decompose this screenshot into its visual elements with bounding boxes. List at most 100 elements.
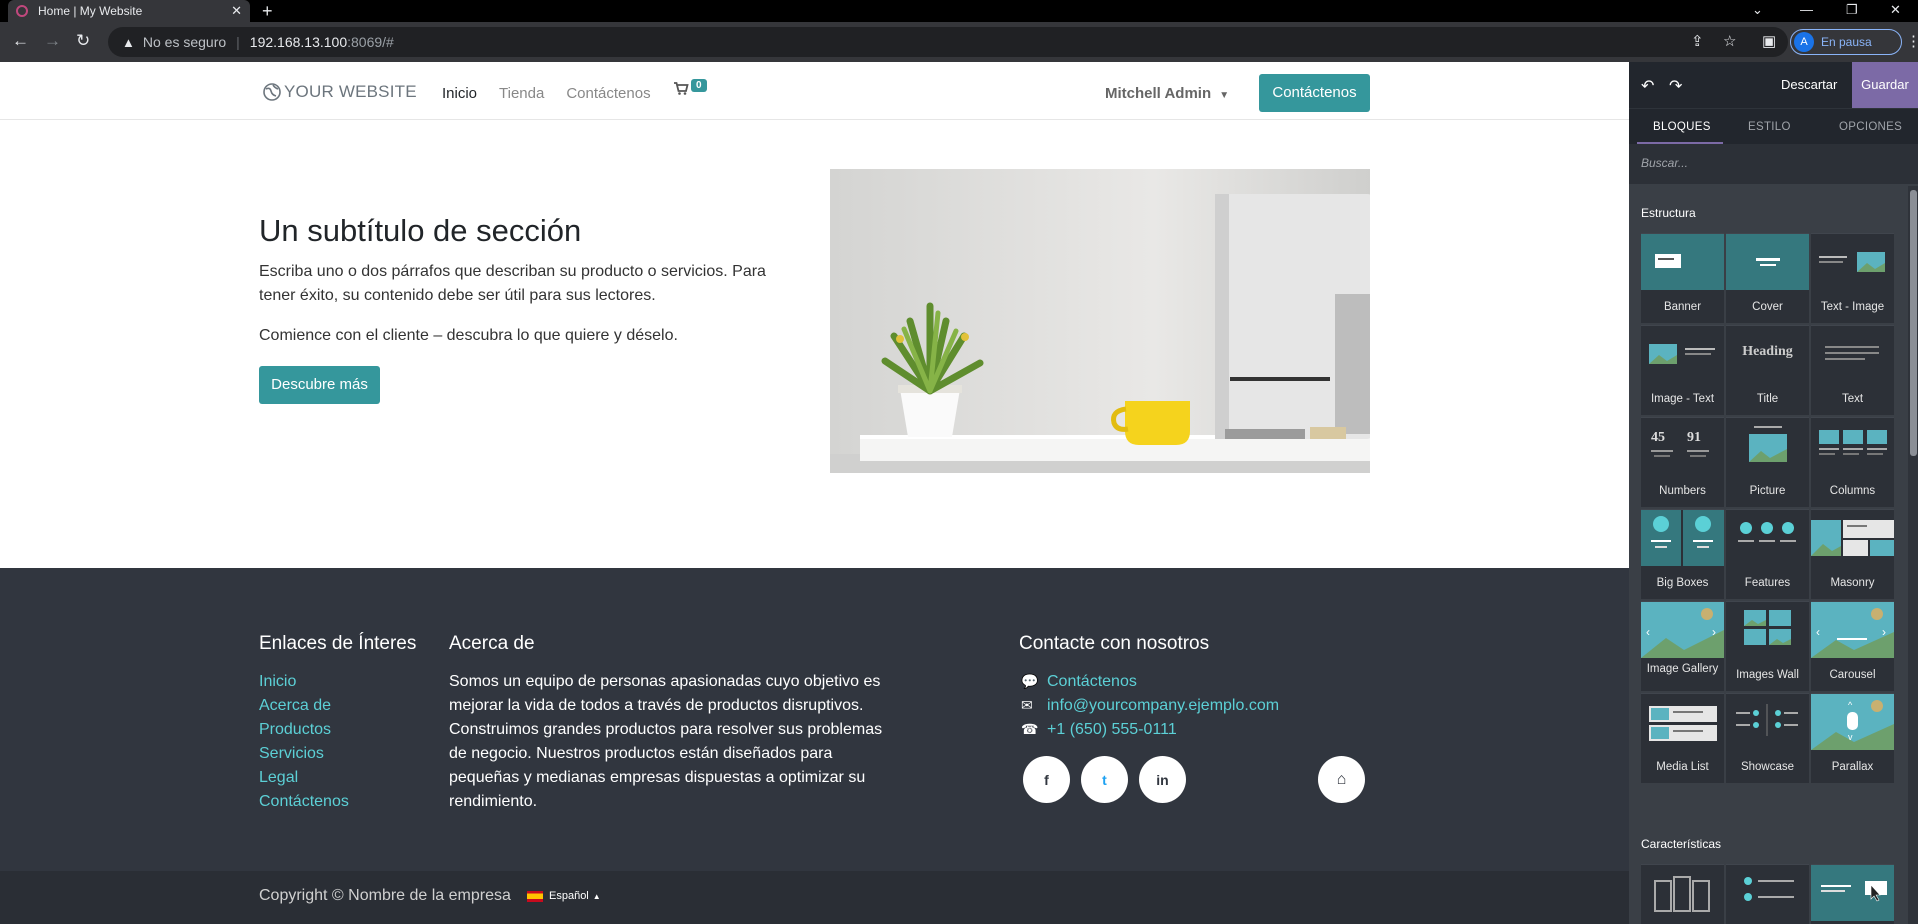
block-numbers[interactable]: 45 91 Numbers [1641, 417, 1724, 507]
block-media-list[interactable]: Media List [1641, 693, 1724, 783]
caret-down-icon: ▼ [1219, 90, 1230, 101]
footer-link-productos[interactable]: Productos [259, 721, 331, 739]
cart-count-badge: 0 [691, 79, 707, 92]
block-banner[interactable]: Banner [1641, 233, 1724, 323]
footer-link-acerca[interactable]: Acerca de [259, 697, 331, 715]
footer-link-servicios[interactable]: Servicios [259, 745, 324, 763]
linkedin-icon[interactable]: in [1139, 756, 1186, 803]
url-host: 192.168.13.100 [249, 34, 348, 50]
home-icon[interactable]: ⌂ [1318, 756, 1365, 803]
user-name: Mitchell Admin [1105, 85, 1212, 102]
side-panel-icon[interactable]: ▣ [1762, 32, 1776, 50]
footer-contact-link[interactable]: Contáctenos [1047, 673, 1137, 691]
editor-toolbar: ↶ ↷ Descartar Guardar [1629, 62, 1918, 108]
restore-icon[interactable]: ❐ [1846, 0, 1858, 22]
tab-search-icon[interactable]: ⌄ [1752, 0, 1763, 22]
menu-item-inicio[interactable]: Inicio [442, 85, 477, 102]
footer-link-inicio[interactable]: Inicio [259, 673, 296, 691]
twitter-icon[interactable]: t [1081, 756, 1128, 803]
block-parallax[interactable]: ^ v Parallax [1811, 693, 1894, 783]
copyright-text: Copyright © Nombre de la empresa [259, 887, 511, 904]
menu-item-tienda[interactable]: Tienda [499, 85, 544, 102]
menu-item-contactenos[interactable]: Contáctenos [566, 85, 650, 102]
footer-phone-link[interactable]: +1 (650) 555-0111 [1047, 721, 1177, 739]
share-icon[interactable]: ⇪ [1691, 32, 1704, 50]
logo-text: YOUR WEBSITE [284, 82, 417, 101]
avatar: A [1794, 32, 1814, 52]
block-columns[interactable]: Columns [1811, 417, 1894, 507]
block-text-image[interactable]: Text - Image [1811, 233, 1894, 323]
minimize-icon[interactable]: — [1800, 0, 1813, 22]
svg-text:^: ^ [1848, 700, 1853, 710]
block-title[interactable]: Heading Title [1726, 325, 1809, 415]
section-estructura: Estructura [1641, 206, 1696, 220]
reload-icon[interactable]: ↻ [76, 31, 90, 51]
scrollbar-thumb[interactable] [1910, 190, 1917, 456]
facebook-icon[interactable]: f [1023, 756, 1070, 803]
section-subtitle: Un subtítulo de sección [259, 213, 582, 248]
address-separator: | [236, 34, 240, 50]
header-contact-button[interactable]: Contáctenos [1259, 74, 1370, 112]
envelope-icon: ✉ [1021, 697, 1033, 713]
footer-link-legal[interactable]: Legal [259, 769, 298, 787]
site-header: YOUR WEBSITE Inicio Tienda Contáctenos 0… [0, 62, 1629, 120]
browser-menu-icon[interactable]: ⋮ [1906, 32, 1918, 50]
tab-bloques[interactable]: BLOQUES [1653, 121, 1711, 133]
block-feature-3[interactable] [1811, 864, 1894, 924]
panel-scrollbar[interactable] [1908, 186, 1918, 924]
copyright-bar: Copyright © Nombre de la empresa Español… [0, 871, 1629, 924]
new-tab-icon[interactable]: + [262, 0, 273, 22]
undo-icon[interactable]: ↶ [1641, 76, 1654, 96]
browser-tab[interactable]: Home | My Website ✕ [8, 0, 250, 22]
tab-estilo[interactable]: ESTILO [1748, 121, 1791, 133]
tab-close-icon[interactable]: ✕ [231, 3, 242, 19]
svg-text:v: v [1848, 732, 1853, 742]
block-cover[interactable]: Cover [1726, 233, 1809, 323]
footer-link-contactenos[interactable]: Contáctenos [259, 793, 349, 811]
address-bar[interactable]: ▲ No es seguro | 192.168.13.100 :8069/# [108, 27, 1788, 57]
redo-icon[interactable]: ↷ [1669, 76, 1682, 96]
block-image-gallery[interactable]: ‹ › Image Gallery [1641, 601, 1724, 691]
forward-icon[interactable]: → [44, 31, 61, 51]
block-features[interactable]: Features [1726, 509, 1809, 599]
block-showcase[interactable]: Showcase [1726, 693, 1809, 783]
url-path: :8069/# [347, 34, 394, 50]
globe-icon [262, 82, 282, 102]
block-image-text[interactable]: Image - Text [1641, 325, 1724, 415]
block-text[interactable]: Text [1811, 325, 1894, 415]
block-carousel[interactable]: ‹ › Carousel [1811, 601, 1894, 691]
phone-icon: ☎ [1021, 721, 1039, 737]
cart-button[interactable]: 0 [673, 79, 707, 96]
user-menu[interactable]: Mitchell Admin ▼ [1105, 85, 1229, 102]
block-images-wall[interactable]: Images Wall [1726, 601, 1809, 691]
bookmark-star-icon[interactable]: ☆ [1723, 32, 1736, 50]
tab-opciones[interactable]: OPCIONES [1839, 121, 1902, 133]
language-label: Español [549, 890, 589, 902]
caret-up-icon: ▲ [592, 891, 601, 901]
svg-text:›: › [1882, 625, 1886, 639]
block-feature-1[interactable] [1641, 864, 1724, 924]
site-logo[interactable]: YOUR WEBSITE [262, 82, 417, 102]
discard-button[interactable]: Descartar [1781, 77, 1837, 92]
window-close-icon[interactable]: ✕ [1890, 0, 1901, 22]
section-paragraph-2: Comience con el cliente – descubra lo qu… [259, 327, 678, 344]
cart-icon [674, 82, 689, 95]
block-masonry[interactable]: Masonry [1811, 509, 1894, 599]
footer-links-title: Enlaces de Ínteres [259, 633, 417, 654]
language-selector[interactable]: Español ▲ [527, 890, 601, 902]
odoo-favicon-icon [16, 5, 28, 17]
back-icon[interactable]: ← [12, 31, 29, 51]
block-picture[interactable]: Picture [1726, 417, 1809, 507]
block-feature-2[interactable] [1726, 864, 1809, 924]
editor-panel: ↶ ↷ Descartar Guardar BLOQUES ESTILO OPC… [1629, 62, 1918, 924]
spain-flag-icon [527, 890, 543, 902]
footer-email-link[interactable]: info@yourcompany.ejemplo.com [1047, 697, 1279, 715]
warning-icon: ▲ [122, 34, 135, 50]
profile-button[interactable]: A En pausa [1790, 29, 1902, 55]
save-button[interactable]: Guardar [1852, 62, 1918, 108]
section-caracteristicas: Características [1641, 837, 1722, 851]
block-search-input[interactable]: Buscar... [1629, 144, 1918, 184]
block-big-boxes[interactable]: Big Boxes [1641, 509, 1724, 599]
title-thumb-text: Heading [1742, 344, 1793, 359]
discover-more-button[interactable]: Descubre más [259, 366, 380, 404]
